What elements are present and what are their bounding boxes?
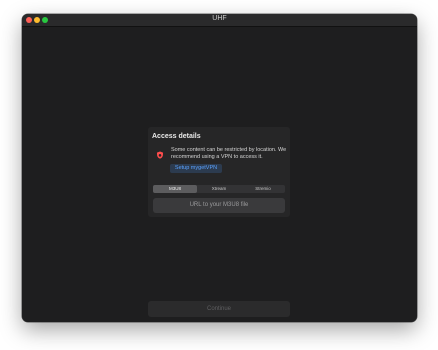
source-type-segmented-control: M3U8 Xtream Stremio <box>153 185 285 193</box>
access-details-heading: Access details <box>152 133 201 140</box>
tab-m3u8[interactable]: M3U8 <box>153 185 197 193</box>
tab-xtream[interactable]: Xtream <box>197 185 241 193</box>
setup-vpn-button[interactable]: Setup mygetVPN <box>170 164 222 173</box>
url-input-placeholder: URL to your M3U8 file <box>189 202 249 208</box>
m3u8-url-input[interactable]: URL to your M3U8 file <box>153 198 285 213</box>
window-title: UHF <box>212 15 227 22</box>
continue-button[interactable]: Continue <box>148 301 290 317</box>
app-window: UHF Access details Some content can be r… <box>22 14 417 322</box>
vpn-notice-text: Some content can be restricted by locati… <box>171 147 287 160</box>
tab-stremio[interactable]: Stremio <box>241 185 285 193</box>
warning-shield-icon <box>156 151 164 159</box>
title-bar: UHF <box>22 14 417 27</box>
access-details-panel: Access details Some content can be restr… <box>148 127 290 217</box>
